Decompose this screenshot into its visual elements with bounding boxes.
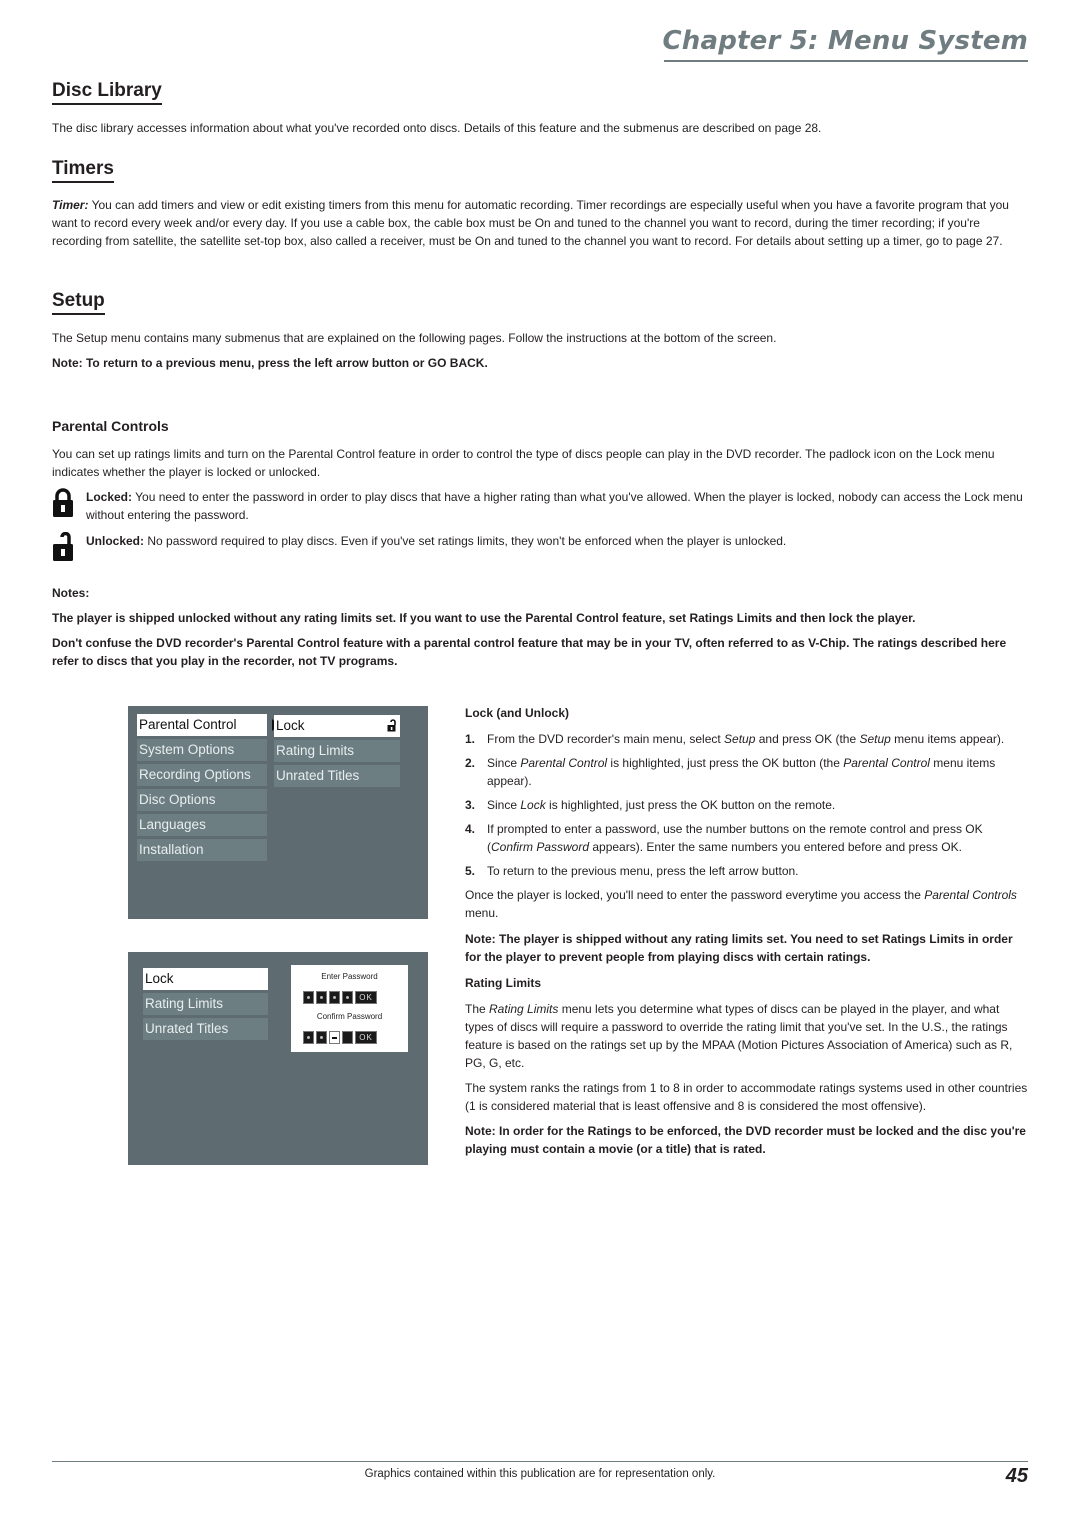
disc-library-heading: Disc Library [52, 80, 162, 105]
unlocked-padlock-icon [387, 719, 396, 732]
submenu-item-rating-limits[interactable]: Rating Limits [274, 740, 400, 762]
unlocked-text: No password required to play discs. Even… [144, 534, 787, 548]
timers-section: Timers [52, 158, 114, 183]
rating-limits-para1: The Rating Limits menu lets you determin… [465, 1002, 1013, 1070]
timers-lead: Timer: [52, 198, 89, 212]
rating-limits-heading: Rating Limits [465, 976, 542, 990]
password-digit [316, 991, 327, 1004]
step-number: 5. [465, 864, 476, 878]
step-number: 1. [465, 732, 476, 746]
confirm-password-label: Confirm Password [316, 1012, 383, 1021]
parental-controls-intro: You can set up ratings limits and turn o… [52, 447, 995, 479]
unlocked-item: Unlocked: No password required to play d… [52, 532, 1032, 562]
lock-unlock-steps: 1. From the DVD recorder's main menu, sel… [465, 730, 1030, 880]
parental-controls-heading: Parental Controls [52, 418, 169, 434]
menu-item-rating-limits[interactable]: Rating Limits [143, 993, 268, 1015]
menu-item-lock[interactable]: Lock [143, 968, 268, 990]
unlocked-label: Unlocked: [86, 534, 145, 548]
confirm-password-field[interactable]: OK [303, 1031, 377, 1044]
locked-padlock-icon [53, 488, 73, 517]
disc-library-body: The disc library accesses information ab… [52, 121, 822, 135]
password-digit [303, 991, 314, 1004]
menu-item-system-options[interactable]: System Options [137, 739, 267, 761]
enter-password-label: Enter Password [321, 972, 378, 981]
page-number: 45 [1005, 1465, 1028, 1487]
step-text: Since Parental Control is highlighted, j… [487, 756, 996, 788]
menu-item-label: Parental Control [139, 717, 237, 732]
menu-item-recording-options[interactable]: Recording Options [137, 764, 267, 786]
step-text: To return to the previous menu, press th… [487, 864, 799, 878]
note-item: The player is shipped unlocked without a… [52, 611, 916, 625]
step-text: From the DVD recorder's main menu, selec… [487, 732, 1005, 746]
rating-limits-para2: The system ranks the ratings from 1 to 8… [465, 1081, 1028, 1113]
step-item: 1. From the DVD recorder's main menu, sel… [465, 730, 1030, 748]
lock-unlock-heading: Lock (and Unlock) [465, 706, 570, 720]
step-item: 5. To return to the previous menu, press … [465, 862, 1030, 880]
lock-unlock-note: Note: The player is shipped without any … [465, 932, 1013, 964]
step-item: 3. Since Lock is highlighted, just press … [465, 796, 1030, 814]
password-digit [342, 991, 353, 1004]
submenu-item-lock[interactable]: Lock [274, 715, 400, 737]
step-item: 4. If prompted to enter a password, use t… [465, 820, 1030, 856]
submenu-item-unrated-titles[interactable]: Unrated Titles [274, 765, 400, 787]
menu-item-languages[interactable]: Languages [137, 814, 267, 836]
lock-unlock-section: Lock (and Unlock) 1. From the DVD recorde… [465, 704, 1030, 1158]
timers-text: You can add timers and view or edit exis… [52, 198, 1009, 248]
setup-section: Setup [52, 290, 105, 315]
locked-label: Locked: [86, 490, 133, 504]
menu-item-label: Lock [276, 718, 305, 733]
menu-item-installation[interactable]: Installation [137, 839, 267, 861]
step-number: 3. [465, 798, 476, 812]
lock-unlock-after: Once the player is locked, you'll need t… [465, 888, 1017, 920]
setup-menu-screen: Parental Control System Options Recordin… [128, 706, 428, 919]
confirm-ok-button[interactable]: OK [355, 1031, 377, 1044]
setup-note: Note: To return to a previous menu, pres… [52, 356, 488, 370]
timers-body: Timer: You can add timers and view or ed… [52, 196, 1027, 250]
chapter-title: Chapter 5: Menu System [662, 26, 1028, 56]
locked-text: You need to enter the password in order … [86, 490, 1023, 522]
timers-heading: Timers [52, 158, 114, 183]
setup-body: The Setup menu contains many submenus th… [52, 331, 777, 345]
locked-item: Locked: You need to enter the password i… [52, 488, 1032, 524]
password-digit [329, 991, 340, 1004]
password-cursor [329, 1031, 340, 1044]
enter-password-field[interactable]: OK [303, 991, 377, 1004]
menu-item-disc-options[interactable]: Disc Options [137, 789, 267, 811]
step-item: 2. Since Parental Control is highlighted,… [465, 754, 1030, 790]
password-dialog: Enter Password OK Confirm Password OK [291, 965, 408, 1052]
notes-heading: Notes: [52, 586, 90, 600]
enter-ok-button[interactable]: OK [355, 991, 377, 1004]
menu-item-parental-control[interactable]: Parental Control [137, 714, 279, 736]
unlocked-padlock-icon [53, 532, 73, 561]
password-digit [342, 1031, 353, 1044]
footer-rule [52, 1461, 1028, 1462]
password-digit [303, 1031, 314, 1044]
note-item: Don't confuse the DVD recorder's Parenta… [52, 636, 1007, 668]
step-number: 2. [465, 756, 476, 770]
lock-password-screen: Lock Rating Limits Unrated Titles Enter … [128, 952, 428, 1165]
header-rule [664, 60, 1028, 62]
footer-disclaimer: Graphics contained within this publicati… [364, 1468, 716, 1480]
password-digit [316, 1031, 327, 1044]
step-text: If prompted to enter a password, use the… [487, 822, 983, 854]
menu-item-unrated-titles[interactable]: Unrated Titles [143, 1018, 268, 1040]
setup-heading: Setup [52, 290, 105, 315]
step-text: Since Lock is highlighted, just press th… [487, 798, 836, 812]
disc-library-section: Disc Library [52, 80, 162, 105]
step-number: 4. [465, 822, 476, 836]
rating-limits-note: Note: In order for the Ratings to be enf… [465, 1124, 1026, 1156]
